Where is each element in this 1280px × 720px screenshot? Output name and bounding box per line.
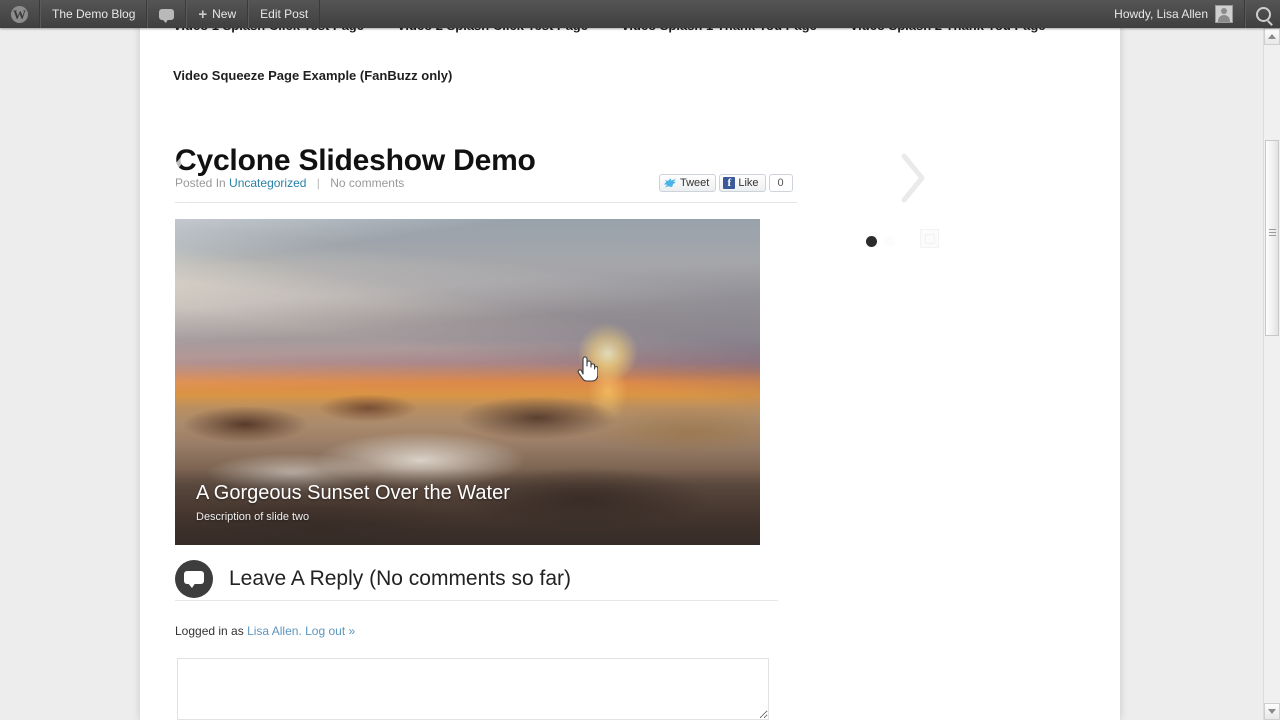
slide-caption-title: A Gorgeous Sunset Over the Water [196,482,510,504]
tweet-button-label: Tweet [680,177,710,189]
post-comments-count: No comments [330,176,405,190]
comment-textarea[interactable] [177,658,769,720]
slide-caption-description: Description of slide two [196,511,310,523]
adminbar-site-name[interactable]: The Demo Blog [40,0,148,28]
adminbar-search-button[interactable] [1245,0,1280,28]
slide-caption: A Gorgeous Sunset Over the Water Descrip… [175,469,760,545]
facebook-like-count: 0 [768,174,793,192]
vertical-scrollbar[interactable] [1263,28,1280,720]
profile-link[interactable]: Lisa Allen. [247,624,302,638]
facebook-like-label: Like [738,177,759,189]
avatar [1215,5,1233,23]
scroll-up-arrow-icon[interactable] [1264,28,1280,45]
logged-in-prefix: Logged in as [175,624,244,638]
adminbar-wp-logo[interactable]: W [0,0,40,28]
slideshow-pager [866,236,895,247]
nav-item-video-squeeze-page-example[interactable]: Video Squeeze Page Example (FanBuzz only… [173,68,452,83]
leave-reply-header: Leave A Reply (No comments so far) [175,560,571,598]
scroll-up-triangle [1268,34,1276,39]
adminbar-spacer [320,0,1103,28]
plus-icon: + [198,5,208,23]
logged-in-status: Logged in as Lisa Allen. Log out » [175,624,355,638]
adminbar-edit-post[interactable]: Edit Post [248,0,321,28]
scroll-down-triangle [1268,709,1276,714]
page-title: Cyclone Slideshow Demo [175,144,536,178]
comment-bubble-icon [175,560,213,598]
post-meta: Posted In Uncategorized | No comments [175,176,404,190]
cyclone-slideshow[interactable]: A Gorgeous Sunset Over the Water Descrip… [175,219,760,545]
pager-dot-2[interactable] [884,236,895,247]
adminbar-howdy-label: Howdy, Lisa Allen [1114,7,1208,21]
scrollbar-grip [1269,229,1276,236]
social-share-buttons: Tweet f Like 0 [659,174,793,192]
facebook-f-icon: f [723,177,736,189]
search-icon [1255,6,1271,22]
adminbar-right-group: Howdy, Lisa Allen [1103,0,1280,28]
site-container: Video 1 Splash Click Test Page Video 2 S… [140,0,1120,720]
comment-bubble-icon [159,8,175,23]
adminbar-new-label: New [212,7,237,21]
post-category-link[interactable]: Uncategorized [229,176,306,190]
scroll-down-arrow-icon[interactable] [1264,703,1280,720]
pager-dot-1[interactable] [866,236,877,247]
leave-reply-title: Leave A Reply (No comments so far) [229,567,571,590]
post-divider [175,202,797,203]
chevron-right-icon[interactable] [895,150,929,206]
tweet-button[interactable]: Tweet [659,174,717,192]
adminbar-my-account[interactable]: Howdy, Lisa Allen [1103,0,1245,28]
wordpress-logo-icon: W [11,5,28,23]
post-meta-separator: | [316,176,320,190]
adminbar-comments[interactable] [147,0,187,28]
scrollbar-thumb[interactable] [1265,140,1279,336]
twitter-bird-icon [664,178,677,188]
logout-link[interactable]: Log out » [305,624,355,638]
chevron-left-icon[interactable] [160,150,194,206]
wordpress-admin-bar: W The Demo Blog + New Edit Post Howdy, L… [0,0,1280,28]
facebook-like-button[interactable]: f Like [719,174,766,192]
broken-image-icon [920,229,939,248]
reply-divider [175,600,778,601]
adminbar-new-button[interactable]: + New [186,0,249,28]
